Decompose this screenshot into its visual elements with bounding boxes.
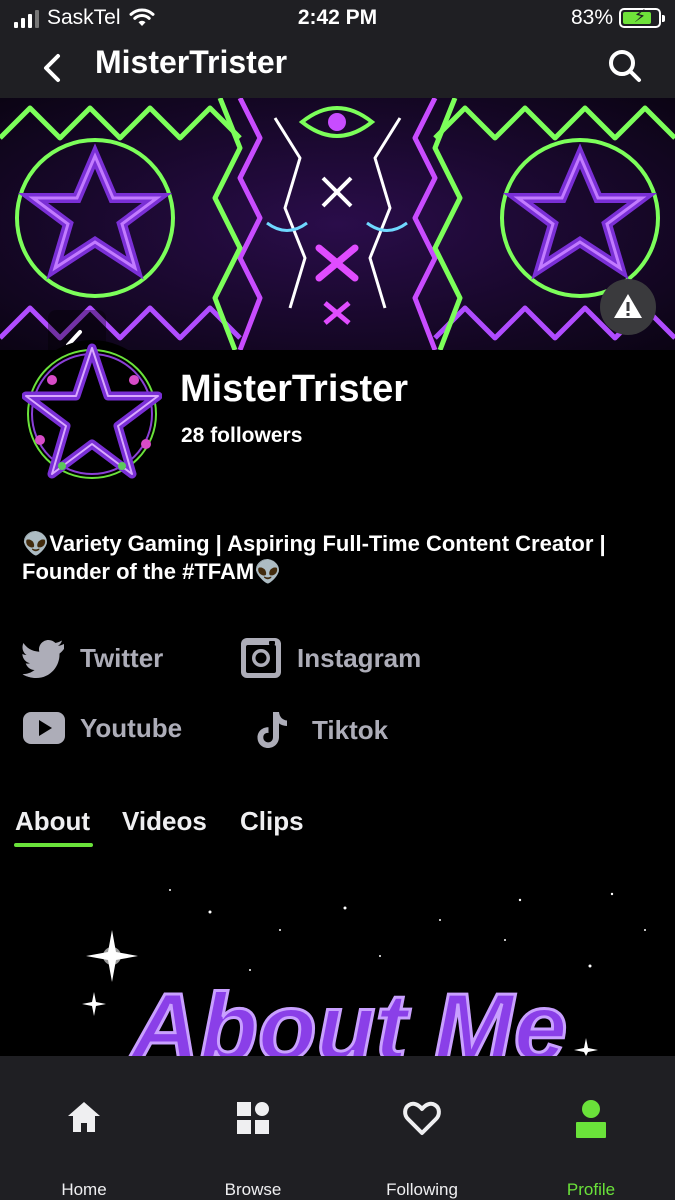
bottom-nav-following-label: Following [386,1180,458,1199]
bottom-nav-browse-label: Browse [224,1180,282,1199]
battery-percent: 83% [570,6,613,29]
search-icon[interactable] [605,46,645,86]
tab-about[interactable]: About [15,806,90,837]
page-title: MisterTrister [95,44,288,80]
about-me-panel-image: About Me [0,860,675,1056]
bottom-nav-following[interactable]: Following [338,1056,506,1200]
about-me-title: About Me [128,974,567,1056]
avatar[interactable] [21,340,163,480]
heart-icon [403,1101,441,1135]
tiktok-link[interactable]: Tiktok [255,710,388,750]
tab-videos[interactable]: Videos [122,806,207,837]
bottom-nav-home[interactable]: Home [0,1056,168,1200]
home-icon [68,1102,100,1132]
profile-name: MisterTrister [180,368,409,410]
status-bar: SaskTel 2:42 PM 83% ⚡ [0,0,675,40]
chevron-left-icon[interactable] [36,48,76,88]
youtube-label: Youtube [80,712,183,743]
profile-icon [576,1100,606,1138]
instagram-label: Instagram [297,642,422,673]
pentagram-icon [21,343,163,479]
about-me-artwork: About Me [82,889,646,1056]
bottom-nav-profile-label: Profile [566,1180,616,1199]
follower-count[interactable]: 28 followers [181,424,302,448]
tiktok-icon [257,712,287,748]
tiktok-label: Tiktok [312,714,389,745]
bottom-nav: Home Browse Following Profile [0,1056,675,1200]
twitter-icon [22,640,64,678]
profile-banner [0,98,675,350]
instagram-icon [241,638,281,678]
twitter-label: Twitter [80,642,164,673]
report-warning-icon[interactable] [600,279,656,335]
bottom-nav-home-label: Home [61,1180,107,1199]
nav-bar: MisterTrister [0,40,675,98]
active-tab-indicator [14,843,93,847]
instagram-link[interactable]: Instagram [239,636,421,680]
bottom-nav-browse[interactable]: Browse [169,1056,337,1200]
twitter-link[interactable]: Twitter [22,638,163,678]
bottom-nav-profile[interactable]: Profile [507,1056,675,1200]
battery-icon: ⚡ [619,6,665,28]
browse-icon [237,1102,269,1134]
status-right: 83% ⚡ [570,6,665,30]
profile-bio: 👽Variety Gaming | Aspiring Full-Time Con… [22,531,606,584]
tab-clips[interactable]: Clips [240,806,304,837]
youtube-icon [23,712,65,744]
youtube-link[interactable]: Youtube [22,711,182,745]
